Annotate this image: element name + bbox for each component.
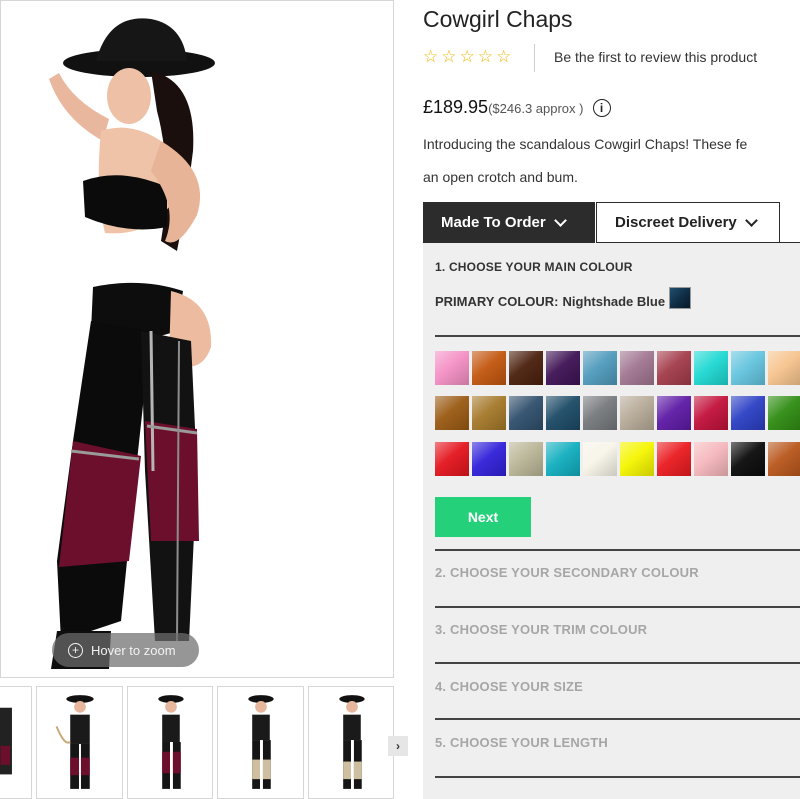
colour-swatch[interactable] bbox=[620, 351, 654, 385]
colour-swatch[interactable] bbox=[435, 351, 469, 385]
hover-to-zoom-pill[interactable]: + Hover to zoom bbox=[52, 633, 199, 667]
thumbnail-2[interactable] bbox=[36, 686, 123, 799]
product-photo bbox=[49, 18, 215, 669]
thumbnail-next-arrow-icon[interactable]: › bbox=[388, 736, 408, 756]
colour-swatch[interactable] bbox=[731, 351, 765, 385]
thumbnail-4[interactable] bbox=[217, 686, 304, 799]
star-rating[interactable]: ☆ ☆ ☆ ☆ ☆ bbox=[423, 48, 511, 65]
primary-colour-label: PRIMARY COLOUR: bbox=[435, 293, 559, 309]
colour-swatch[interactable] bbox=[435, 442, 469, 476]
thumbnail-3[interactable] bbox=[127, 686, 213, 799]
next-button[interactable]: Next bbox=[435, 497, 531, 537]
description-line: Introducing the scandalous Cowgirl Chaps… bbox=[423, 136, 748, 152]
colour-swatch[interactable] bbox=[620, 396, 654, 430]
divider bbox=[435, 606, 800, 608]
step-3-title[interactable]: 3. CHOOSE YOUR TRIM COLOUR bbox=[435, 622, 647, 637]
tab-made-to-order[interactable]: Made To Order bbox=[423, 202, 595, 243]
colour-swatch[interactable] bbox=[546, 351, 580, 385]
colour-swatch[interactable] bbox=[509, 442, 543, 476]
swatch-row-1 bbox=[435, 351, 800, 385]
colour-swatch[interactable] bbox=[731, 442, 765, 476]
star-icon: ☆ bbox=[423, 47, 439, 66]
made-to-order-panel: 1. CHOOSE YOUR MAIN COLOUR PRIMARY COLOU… bbox=[423, 243, 800, 799]
colour-swatch[interactable] bbox=[435, 396, 469, 430]
write-review-link[interactable]: Be the first to review this product bbox=[554, 49, 757, 65]
primary-colour-value: Nightshade Blue bbox=[562, 293, 666, 309]
tab-discreet-delivery[interactable]: Discreet Delivery bbox=[596, 202, 780, 243]
colour-swatch[interactable] bbox=[657, 351, 691, 385]
divider bbox=[435, 662, 800, 664]
star-icon: ☆ bbox=[441, 47, 457, 66]
step-5-title[interactable]: 5. CHOOSE YOUR LENGTH bbox=[435, 735, 608, 750]
product-description: Introducing the scandalous Cowgirl Chaps… bbox=[423, 128, 800, 194]
colour-swatch[interactable] bbox=[546, 442, 580, 476]
colour-swatch[interactable] bbox=[546, 396, 580, 430]
colour-swatch[interactable] bbox=[657, 442, 691, 476]
price: £189.95($246.3 approx ) i bbox=[423, 97, 611, 118]
step-2-title[interactable]: 2. CHOOSE YOUR SECONDARY COLOUR bbox=[435, 565, 699, 580]
thumbnail-strip bbox=[0, 686, 394, 799]
zoom-plus-icon: + bbox=[68, 642, 83, 658]
divider bbox=[435, 718, 800, 720]
colour-swatch[interactable] bbox=[472, 351, 506, 385]
divider bbox=[435, 549, 800, 551]
tab-label: Made To Order bbox=[441, 214, 546, 231]
thumbnail-1[interactable] bbox=[0, 686, 32, 799]
colour-swatch[interactable] bbox=[694, 396, 728, 430]
main-product-image[interactable]: + Hover to zoom bbox=[0, 0, 394, 678]
primary-colour-swatch bbox=[669, 287, 692, 309]
colour-swatch[interactable] bbox=[731, 396, 765, 430]
chevron-down-icon bbox=[744, 213, 758, 227]
tab-label: Discreet Delivery bbox=[615, 214, 737, 231]
colour-swatch[interactable] bbox=[768, 351, 800, 385]
colour-swatch[interactable] bbox=[694, 442, 728, 476]
step-1-title: 1. CHOOSE YOUR MAIN COLOUR bbox=[435, 260, 633, 274]
colour-swatch[interactable] bbox=[509, 396, 543, 430]
colour-swatch[interactable] bbox=[583, 351, 617, 385]
description-line: an open crotch and bum. bbox=[423, 169, 578, 185]
primary-colour-selection: PRIMARY COLOUR: Nightshade Blue bbox=[435, 287, 692, 309]
zoom-label: Hover to zoom bbox=[91, 642, 176, 658]
info-icon[interactable]: i bbox=[592, 99, 611, 118]
divider bbox=[435, 335, 800, 337]
star-icon: ☆ bbox=[459, 47, 475, 66]
colour-swatch[interactable] bbox=[472, 442, 506, 476]
chevron-down-icon bbox=[553, 213, 567, 227]
review-divider bbox=[534, 44, 535, 72]
product-title: Cowgirl Chaps bbox=[423, 6, 573, 32]
divider bbox=[435, 776, 800, 778]
colour-swatch[interactable] bbox=[620, 442, 654, 476]
colour-swatch[interactable] bbox=[583, 396, 617, 430]
colour-swatch[interactable] bbox=[657, 396, 691, 430]
colour-swatch[interactable] bbox=[768, 396, 800, 430]
swatch-row-3 bbox=[435, 442, 800, 476]
colour-swatch[interactable] bbox=[583, 442, 617, 476]
step-4-title[interactable]: 4. CHOOSE YOUR SIZE bbox=[435, 679, 583, 694]
colour-swatch[interactable] bbox=[472, 396, 506, 430]
price-usd-approx: ($246.3 approx ) bbox=[488, 101, 584, 116]
star-icon: ☆ bbox=[477, 47, 493, 66]
colour-swatch[interactable] bbox=[768, 442, 800, 476]
colour-swatch[interactable] bbox=[694, 351, 728, 385]
swatch-row-2 bbox=[435, 396, 800, 430]
star-icon: ☆ bbox=[496, 47, 512, 66]
colour-swatch[interactable] bbox=[509, 351, 543, 385]
thumbnail-5[interactable] bbox=[308, 686, 394, 799]
price-gbp: £189.95 bbox=[423, 97, 489, 117]
